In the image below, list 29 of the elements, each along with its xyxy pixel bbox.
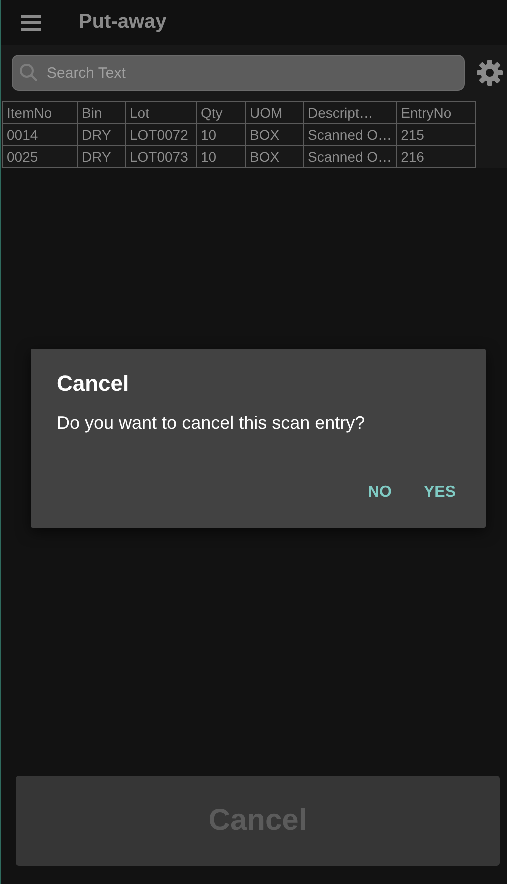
table-cell: LOT0073 xyxy=(126,146,196,168)
search-field[interactable]: Search Text xyxy=(12,55,465,91)
column-header: Lot xyxy=(126,102,196,124)
table-cell: 0025 xyxy=(2,146,78,168)
page-title: Put-away xyxy=(79,11,167,34)
column-header: Descript… xyxy=(304,102,397,124)
table-cell: Scanned O… xyxy=(304,124,397,146)
column-header: ItemNo xyxy=(2,102,78,124)
dialog-button[interactable]: NO xyxy=(362,480,398,506)
table-cell: 216 xyxy=(396,146,476,168)
dialog-message: Do you want to cancel this scan entry? xyxy=(57,413,366,434)
table-cell: DRY xyxy=(78,124,126,146)
table-cell: LOT0072 xyxy=(126,124,196,146)
column-header: UOM xyxy=(246,102,304,124)
menu-icon[interactable] xyxy=(21,14,41,30)
column-header: EntryNo xyxy=(396,102,476,124)
table-cell: 0014 xyxy=(2,124,78,146)
table-cell: BOX xyxy=(246,146,304,168)
table-cell: 10 xyxy=(196,124,246,146)
table-cell: Scanned O… xyxy=(304,146,397,168)
dialog-title: Cancel xyxy=(57,371,130,397)
table-cell: 215 xyxy=(396,124,476,146)
table-cell: BOX xyxy=(246,124,304,146)
column-header: Bin xyxy=(78,102,126,124)
table-cell: DRY xyxy=(78,146,126,168)
table-cell: 10 xyxy=(196,146,246,168)
dialog-button[interactable]: YES xyxy=(418,480,462,506)
column-header: Qty xyxy=(196,102,246,124)
search-icon xyxy=(19,63,39,83)
